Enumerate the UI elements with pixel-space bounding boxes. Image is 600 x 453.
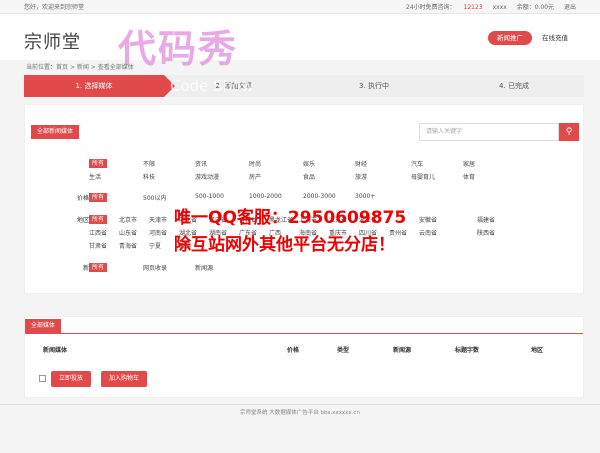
source-option[interactable]: 所有: [89, 263, 108, 272]
recharge-button[interactable]: 在线充值: [542, 31, 582, 45]
region-option[interactable]: 江西省: [89, 228, 107, 237]
th-title-len: 标题字数: [455, 347, 480, 354]
search-icon: ⚲: [565, 127, 573, 137]
region-option[interactable]: 福建省: [477, 215, 495, 224]
site-logo[interactable]: 宗师堂: [24, 28, 81, 54]
search-input[interactable]: 请输入关键字: [419, 123, 559, 141]
category-option[interactable]: 体育: [463, 172, 475, 181]
region-option[interactable]: 河南省: [149, 228, 167, 237]
watermark-code-show: Code Show: [170, 77, 254, 95]
category-option[interactable]: 旅游: [355, 172, 367, 181]
top-bar: 您好，欢迎来到宗师堂 24小时免费咨询： 12123 xxxx 余额：0.00元 …: [0, 0, 600, 14]
region-option[interactable]: 北京市: [119, 215, 137, 224]
price-option[interactable]: 500以内: [143, 193, 166, 202]
breadcrumb-prefix: 当前位置：: [26, 64, 57, 71]
category-option[interactable]: 科技: [143, 172, 155, 181]
step-progress: 1. 选择媒体 2. 添加文章 3. 执行中 4. 已完成: [24, 75, 584, 97]
source-option[interactable]: 网页收录: [143, 263, 167, 272]
breadcrumb-sep: >: [68, 64, 77, 71]
media-table-panel: 全部媒体 新闻媒体 价格 类型 新闻源 标题字数 地区 立即投放 加入购物车: [24, 316, 584, 398]
step-1: 1. 选择媒体: [24, 75, 175, 97]
region-option[interactable]: 所有: [89, 215, 108, 224]
news-promo-button[interactable]: 新闻推广: [488, 31, 532, 45]
footer-divider: [0, 404, 600, 405]
price-option[interactable]: 所有: [89, 193, 108, 202]
submit-button[interactable]: 立即投放: [51, 371, 92, 387]
add-to-cart-button[interactable]: 加入购物车: [101, 371, 148, 387]
category-option[interactable]: 娱乐: [303, 159, 315, 168]
breadcrumb: 当前位置：首页 > 新闻 > 查看全部媒体: [26, 62, 134, 71]
hotline-label: 24小时免费咨询：: [405, 4, 456, 11]
th-media: 新闻媒体: [43, 347, 68, 354]
footer-text: 宗师堂系统 大数据媒体广告平台 bbs.xxxxxx.cn: [240, 410, 360, 416]
th-price: 价格: [287, 347, 300, 354]
breadcrumb-current: 查看全部媒体: [97, 64, 134, 71]
user-name[interactable]: xxxx: [493, 4, 507, 11]
category-option[interactable]: 母婴育儿: [411, 172, 435, 181]
category-option[interactable]: 房产: [249, 172, 261, 181]
region-option[interactable]: 宁夏: [149, 241, 161, 250]
th-region: 地区: [531, 347, 544, 354]
filter-panel: 全部新闻媒体 请输入关键字 ⚲ 分类 所有不限资讯时尚娱乐财经汽车家居 生活科技…: [24, 104, 584, 294]
category-option[interactable]: 生活: [89, 172, 101, 181]
watermark-logo: 代码秀: [118, 27, 239, 71]
category-option[interactable]: 时尚: [249, 159, 261, 168]
greeting-text: 您好，欢迎来到宗师堂: [24, 4, 85, 11]
search-button[interactable]: ⚲: [559, 123, 579, 141]
header: 宗师堂 代码秀 新闻推广 在线充值: [0, 14, 600, 71]
region-option[interactable]: 安徽省: [419, 215, 437, 224]
category-option[interactable]: 所有: [89, 159, 108, 168]
logout-link[interactable]: 退出: [564, 4, 576, 11]
category-option[interactable]: 资讯: [195, 159, 207, 168]
tab-underline: [25, 333, 583, 334]
th-type: 类型: [337, 347, 350, 354]
breadcrumb-sep: >: [88, 64, 98, 71]
balance-text: 余额：0.00元: [516, 4, 555, 11]
category-option[interactable]: 食品: [303, 172, 315, 181]
region-option[interactable]: 云南省: [419, 228, 437, 237]
region-option[interactable]: 甘肃省: [89, 241, 107, 250]
th-source: 新闻源: [393, 347, 412, 354]
category-option[interactable]: 汽车: [411, 159, 423, 168]
breadcrumb-news[interactable]: 新闻: [77, 64, 89, 71]
region-option[interactable]: 青海省: [119, 241, 137, 250]
category-option[interactable]: 不限: [143, 159, 155, 168]
exclusive-notice: 除互站网外其他平台无分店！: [174, 235, 395, 255]
region-option[interactable]: 山东省: [119, 228, 137, 237]
price-option[interactable]: 2000-3000: [303, 193, 336, 200]
table-header: 新闻媒体 价格 类型 新闻源 标题字数 地区: [25, 345, 583, 357]
category-option[interactable]: 家居: [463, 159, 475, 168]
select-all-checkbox[interactable]: [39, 375, 46, 382]
price-option[interactable]: 3000+: [355, 193, 375, 200]
category-option[interactable]: 游戏动漫: [195, 172, 219, 181]
region-option[interactable]: 陕西省: [477, 228, 495, 237]
step-4: 4. 已完成: [499, 82, 529, 90]
tab-all-media[interactable]: 全部媒体: [25, 319, 62, 333]
breadcrumb-home[interactable]: 首页: [56, 64, 68, 71]
step-3: 3. 执行中: [359, 82, 389, 90]
price-option[interactable]: 500-1000: [195, 193, 224, 200]
filter-title: 全部新闻媒体: [31, 125, 80, 139]
qq-service-notice: 唯一QQ客服：2950609875: [174, 208, 407, 228]
hotline-number: 12123: [463, 4, 483, 11]
category-option[interactable]: 财经: [355, 159, 367, 168]
region-option[interactable]: 天津市: [149, 215, 167, 224]
price-option[interactable]: 1000-2000: [249, 193, 282, 200]
source-option[interactable]: 新闻源: [195, 263, 213, 272]
